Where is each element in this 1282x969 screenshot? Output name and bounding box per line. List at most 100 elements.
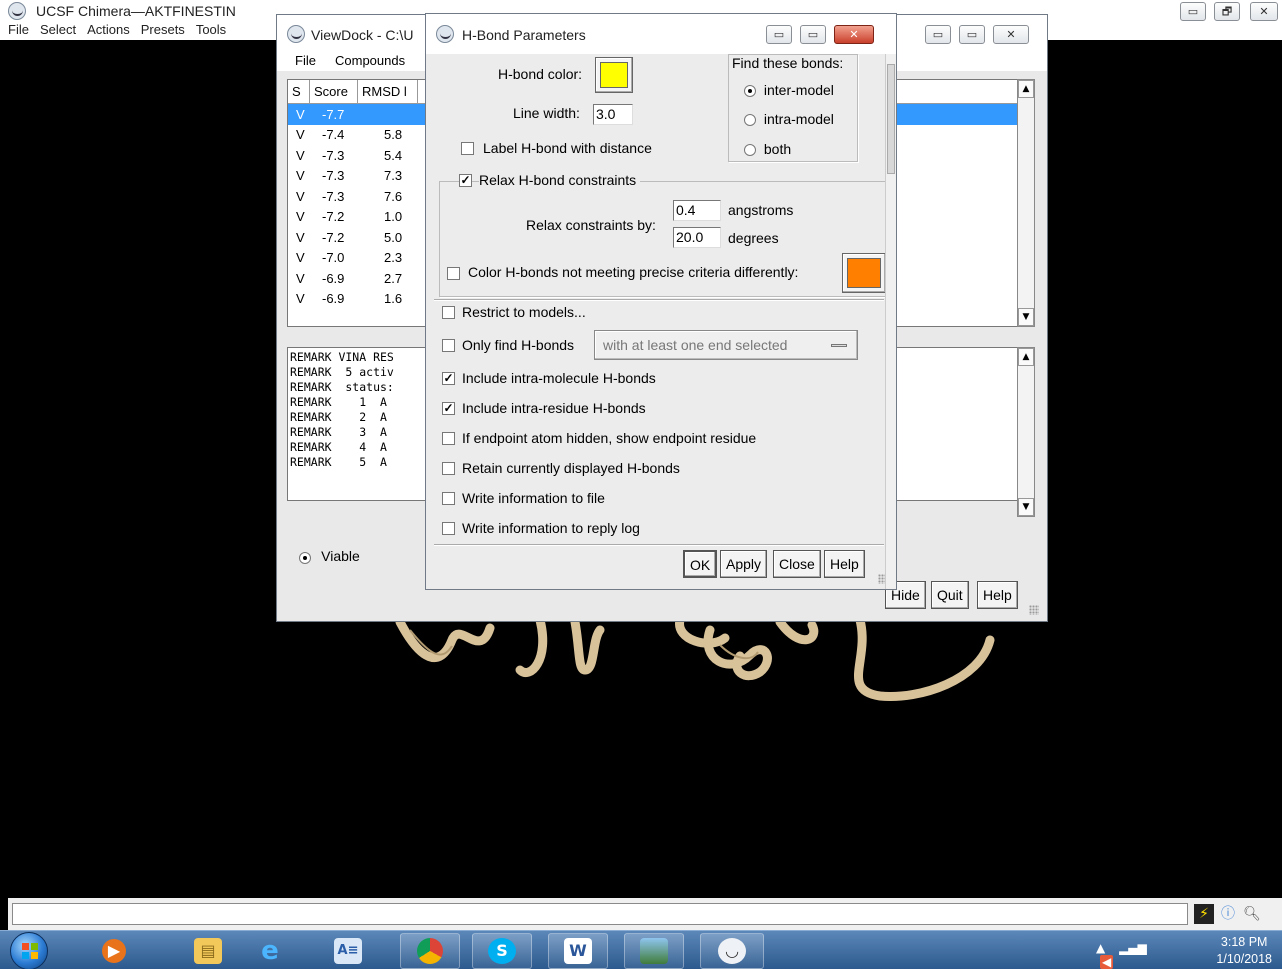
chimera-minimize-button[interactable]: ▭	[1180, 2, 1206, 21]
hbond-minimize-button[interactable]: ▭	[766, 25, 792, 44]
hbond-scrollbar[interactable]	[885, 54, 896, 589]
relax-angle-input[interactable]: 20.0	[673, 227, 721, 248]
write-reply-log-checkbox[interactable]	[442, 522, 455, 535]
write-file-checkbox[interactable]	[442, 492, 455, 505]
help-button[interactable]: Help	[824, 550, 865, 578]
taskbar-clock[interactable]: 3:18 PM 1/10/2018	[1216, 934, 1272, 968]
taskbar-app[interactable]	[400, 933, 460, 969]
viable-radio-option[interactable]: Viable	[299, 548, 360, 565]
restrict-models-checkbox[interactable]	[442, 306, 455, 319]
both-radio[interactable]	[744, 144, 756, 157]
taskbar-app[interactable]: ▶	[84, 933, 144, 969]
hbond-color-swatch	[600, 62, 628, 88]
cell-score: -7.4	[322, 127, 345, 143]
color-diff-checkbox[interactable]	[447, 267, 460, 280]
scroll-down-arrow-icon[interactable]: ▼	[1018, 498, 1034, 516]
taskbar-app[interactable]: ◡	[700, 933, 764, 969]
hbond-titlebar: H-Bond Parameters ▭ ▭ ✕	[426, 14, 896, 54]
scroll-down-arrow-icon[interactable]: ▼	[1018, 308, 1034, 326]
remark-line: REMARK 4 A	[290, 440, 387, 454]
ok-button[interactable]: OK	[683, 550, 718, 578]
taskbar-app[interactable]: e	[240, 933, 300, 969]
only-find-value: with at least one end selected	[603, 337, 788, 353]
hbond-maximize-button[interactable]: ▭	[800, 25, 826, 44]
remark-line: REMARK 3 A	[290, 425, 387, 439]
retain-hbonds-checkbox[interactable]	[442, 462, 455, 475]
menu-tools[interactable]: Tools	[196, 22, 226, 37]
relax-constraints-checkbox[interactable]: ✓	[459, 174, 472, 187]
apply-button[interactable]: Apply	[720, 550, 768, 578]
close-button[interactable]: Close	[773, 550, 821, 578]
taskbar-app[interactable]: W	[548, 933, 608, 969]
scroll-up-arrow-icon[interactable]: ▲	[1018, 80, 1034, 98]
scroll-up-arrow-icon[interactable]: ▲	[1018, 348, 1034, 366]
cell-rmsd: 7.3	[384, 168, 403, 184]
intra-model-radio[interactable]	[744, 114, 756, 127]
tray-app-icon[interactable]: ◀	[1100, 955, 1114, 969]
relax-distance-input[interactable]: 0.4	[673, 200, 721, 221]
remark-line: REMARK 5 A	[290, 455, 387, 469]
menu-presets[interactable]: Presets	[141, 22, 185, 37]
hbond-color-label: H-bond color:	[498, 66, 583, 82]
diff-color-button[interactable]	[842, 253, 886, 293]
menu-select[interactable]: Select	[40, 22, 76, 37]
show-endpoint-residue-checkbox[interactable]	[442, 432, 455, 445]
hbond-color-button[interactable]	[595, 57, 633, 93]
intra-molecule-checkbox[interactable]: ✓	[442, 372, 455, 385]
viewdock-menu-file[interactable]: File	[295, 53, 316, 68]
column-header-rmsd[interactable]: RMSD l	[358, 80, 418, 103]
find-inter-model-option[interactable]: inter-model	[744, 82, 834, 98]
hbond-parameters-dialog: H-Bond Parameters ▭ ▭ ✕ H-bond color: Li…	[425, 13, 897, 590]
internet-explorer-icon: e	[261, 936, 279, 966]
viable-radio[interactable]	[299, 551, 311, 564]
column-header-s[interactable]: S	[288, 80, 310, 103]
intra-residue-checkbox[interactable]: ✓	[442, 402, 455, 415]
command-line-icon[interactable]: ⚡	[1194, 904, 1214, 924]
menu-actions[interactable]: Actions	[87, 22, 130, 37]
show-endpoint-residue-label: If endpoint atom hidden, show endpoint r…	[462, 430, 757, 446]
taskbar-app[interactable]: ▤	[178, 933, 238, 969]
scroll-thumb[interactable]	[887, 64, 895, 174]
taskbar-app[interactable]: S	[472, 933, 532, 969]
viewdock-close-button[interactable]: ✕	[993, 25, 1029, 44]
relax-distance-unit: angstroms	[728, 202, 794, 218]
hbond-app-icon	[436, 25, 454, 43]
chimera-close-button[interactable]: ✕	[1250, 2, 1278, 21]
chimera-maximize-button[interactable]: 🗗	[1214, 2, 1240, 21]
viewdock-help-button[interactable]: Help	[977, 581, 1018, 609]
cell-score: -7.2	[322, 229, 345, 245]
table-scrollbar[interactable]: ▲ ▼	[1017, 79, 1035, 327]
menu-file[interactable]: File	[8, 22, 29, 37]
cell-s: V	[296, 147, 305, 163]
viewdock-minimize-button[interactable]: ▭	[925, 25, 951, 44]
taskbar-app[interactable]: A≡	[318, 933, 378, 969]
inter-model-radio[interactable]	[744, 85, 756, 98]
network-signal-icon[interactable]: ▂▄▆	[1119, 941, 1147, 955]
remark-line: REMARK 1 A	[290, 395, 387, 409]
find-intra-model-option[interactable]: intra-model	[744, 111, 834, 127]
chimera-title: UCSF Chimera—AKTFINESTIN	[36, 3, 236, 19]
cell-score: -6.9	[322, 270, 345, 286]
column-header-score[interactable]: Score	[310, 80, 358, 103]
remark-scrollbar[interactable]: ▲ ▼	[1017, 347, 1035, 517]
start-button[interactable]	[10, 932, 48, 969]
only-find-checkbox[interactable]	[442, 339, 455, 352]
only-find-dropdown[interactable]: with at least one end selected	[594, 330, 858, 360]
label-distance-checkbox[interactable]	[461, 142, 474, 155]
intra-model-label: intra-model	[763, 111, 834, 127]
remark-line: REMARK VINA RES	[290, 350, 394, 364]
quit-button[interactable]: Quit	[931, 581, 969, 609]
resize-grip[interactable]	[1029, 605, 1039, 615]
line-width-input[interactable]: 3.0	[593, 104, 633, 125]
remark-line: REMARK status:	[290, 380, 394, 394]
taskbar-app[interactable]	[624, 933, 684, 969]
cell-rmsd: 5.4	[384, 147, 403, 163]
find-both-option[interactable]: both	[744, 141, 791, 157]
hbond-close-window-button[interactable]: ✕	[834, 25, 874, 44]
search-icon[interactable]: 🔍︎	[1242, 904, 1262, 924]
viewdock-maximize-button[interactable]: ▭	[959, 25, 985, 44]
write-reply-log-label: Write information to reply log	[462, 520, 640, 536]
viewdock-menu-compounds[interactable]: Compounds	[335, 53, 405, 68]
show-hidden-icons-icon[interactable]: ▲	[1096, 941, 1105, 955]
info-icon[interactable]: ⓘ	[1218, 904, 1238, 924]
